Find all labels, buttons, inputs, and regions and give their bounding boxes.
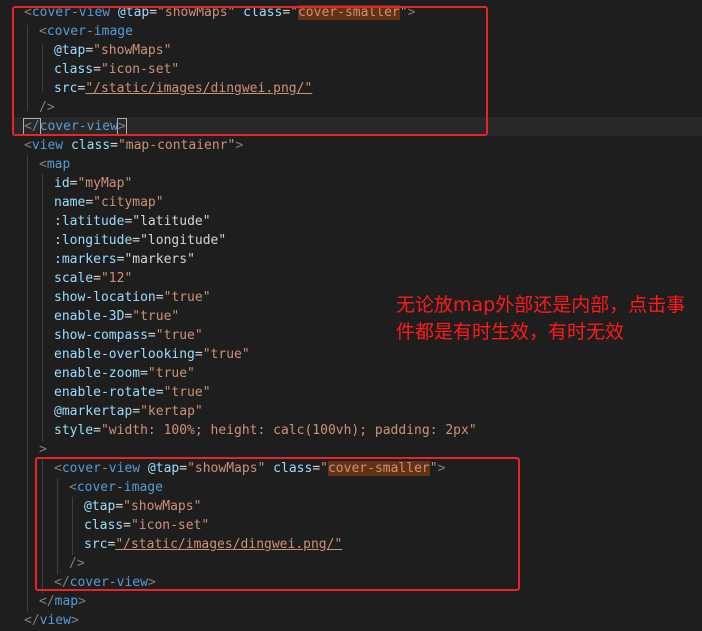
highlight-box-inside-map — [35, 457, 520, 591]
attr-value: "markers" — [124, 252, 195, 267]
code-line-22[interactable]: @markertap="kertap" — [54, 402, 203, 421]
attr-name: :latitude — [54, 214, 125, 229]
tag-bracket: </ — [24, 613, 40, 628]
code-line-8[interactable]: <view class="map-contaienr"> — [24, 136, 243, 155]
attr-name: enable-overlooking — [54, 347, 195, 362]
tag-bracket: < — [24, 138, 32, 153]
tag-bracket: > — [78, 594, 86, 609]
attr-value: "myMap" — [77, 176, 133, 191]
attr-equals: = — [110, 138, 118, 153]
attr-equals: = — [132, 404, 141, 419]
attr-equals: = — [155, 290, 164, 305]
attr-name: class — [63, 138, 111, 153]
attr-value: "12" — [100, 271, 133, 286]
attr-name: show-location — [54, 290, 156, 305]
tag-name: map — [46, 157, 71, 172]
attr-equals: = — [140, 366, 148, 381]
attr-name: enable-rotate — [54, 385, 156, 400]
attr-name: enable-zoom — [54, 366, 141, 381]
attr-equals: = — [194, 347, 203, 362]
code-line-18[interactable]: show-compass="true" — [54, 326, 203, 345]
code-line-11[interactable]: name="citymap" — [54, 193, 164, 212]
attr-name: name — [54, 195, 86, 210]
attr-name: show-compass — [54, 328, 148, 343]
attr-equals: = — [147, 328, 156, 343]
attr-value: "latitude" — [132, 214, 211, 229]
attr-name: style — [54, 423, 94, 438]
code-line-15[interactable]: scale="12" — [54, 269, 132, 288]
attr-value: "longitude" — [140, 233, 227, 248]
code-line-19[interactable]: enable-overlooking="true" — [54, 345, 250, 364]
attr-name: enable-3D — [54, 309, 125, 324]
annotation-note: 无论放map外部还是内部，点击事件都是有时生效，有时无效 — [396, 294, 686, 343]
code-line-33[interactable]: </view> — [24, 611, 79, 630]
code-line-23[interactable]: style="width: 100%; height: calc(100vh);… — [54, 421, 477, 440]
code-line-14[interactable]: :markers="markers" — [54, 250, 195, 269]
code-line-20[interactable]: enable-zoom="true" — [54, 364, 195, 383]
tag-bracket: > — [70, 613, 79, 628]
attr-value: "kertap" — [140, 404, 203, 419]
code-line-12[interactable]: :latitude="latitude" — [54, 212, 211, 231]
code-line-13[interactable]: :longitude="longitude" — [54, 231, 226, 250]
attr-value: "true" — [202, 347, 250, 362]
attr-name: :markers — [54, 252, 117, 267]
code-line-17[interactable]: enable-3D="true" — [54, 307, 179, 326]
attr-value: "width: 100%; height: calc(100vh); paddi… — [100, 423, 477, 438]
tag-bracket: </ — [39, 594, 55, 609]
tag-name: map — [54, 594, 79, 609]
attr-name: :longitude — [54, 233, 133, 248]
attr-value: "true" — [163, 385, 211, 400]
code-line-9[interactable]: <map — [39, 155, 70, 174]
code-line-10[interactable]: id="myMap" — [54, 174, 132, 193]
tag-name: view — [39, 613, 71, 628]
highlight-box-outside-map — [12, 6, 488, 136]
attr-value: "map-contaienr" — [117, 138, 236, 153]
attr-equals: = — [93, 271, 101, 286]
code-line-32[interactable]: </map> — [39, 592, 86, 611]
indent-guide — [27, 155, 28, 612]
tag-name: view — [31, 138, 64, 153]
tag-bracket: > — [235, 138, 244, 153]
tag-bracket: > — [39, 442, 47, 457]
attr-value: "true" — [163, 290, 211, 305]
attr-equals: = — [85, 195, 94, 210]
attr-name: @markertap — [54, 404, 133, 419]
attr-value: "true" — [147, 366, 195, 381]
attr-name: id — [54, 176, 70, 191]
tag-bracket: < — [39, 157, 47, 172]
code-line-21[interactable]: enable-rotate="true" — [54, 383, 211, 402]
attr-value: "true" — [132, 309, 180, 324]
attr-equals: = — [93, 423, 101, 438]
attr-value: "true" — [155, 328, 203, 343]
attr-name: scale — [54, 271, 94, 286]
indent-guide — [42, 174, 43, 442]
attr-value: "citymap" — [93, 195, 164, 210]
code-editor[interactable]: <cover-view @tap="showMaps" class="cover… — [0, 0, 702, 631]
attr-equals: = — [132, 233, 141, 248]
attr-equals: = — [155, 385, 164, 400]
code-line-16[interactable]: show-location="true" — [54, 288, 211, 307]
